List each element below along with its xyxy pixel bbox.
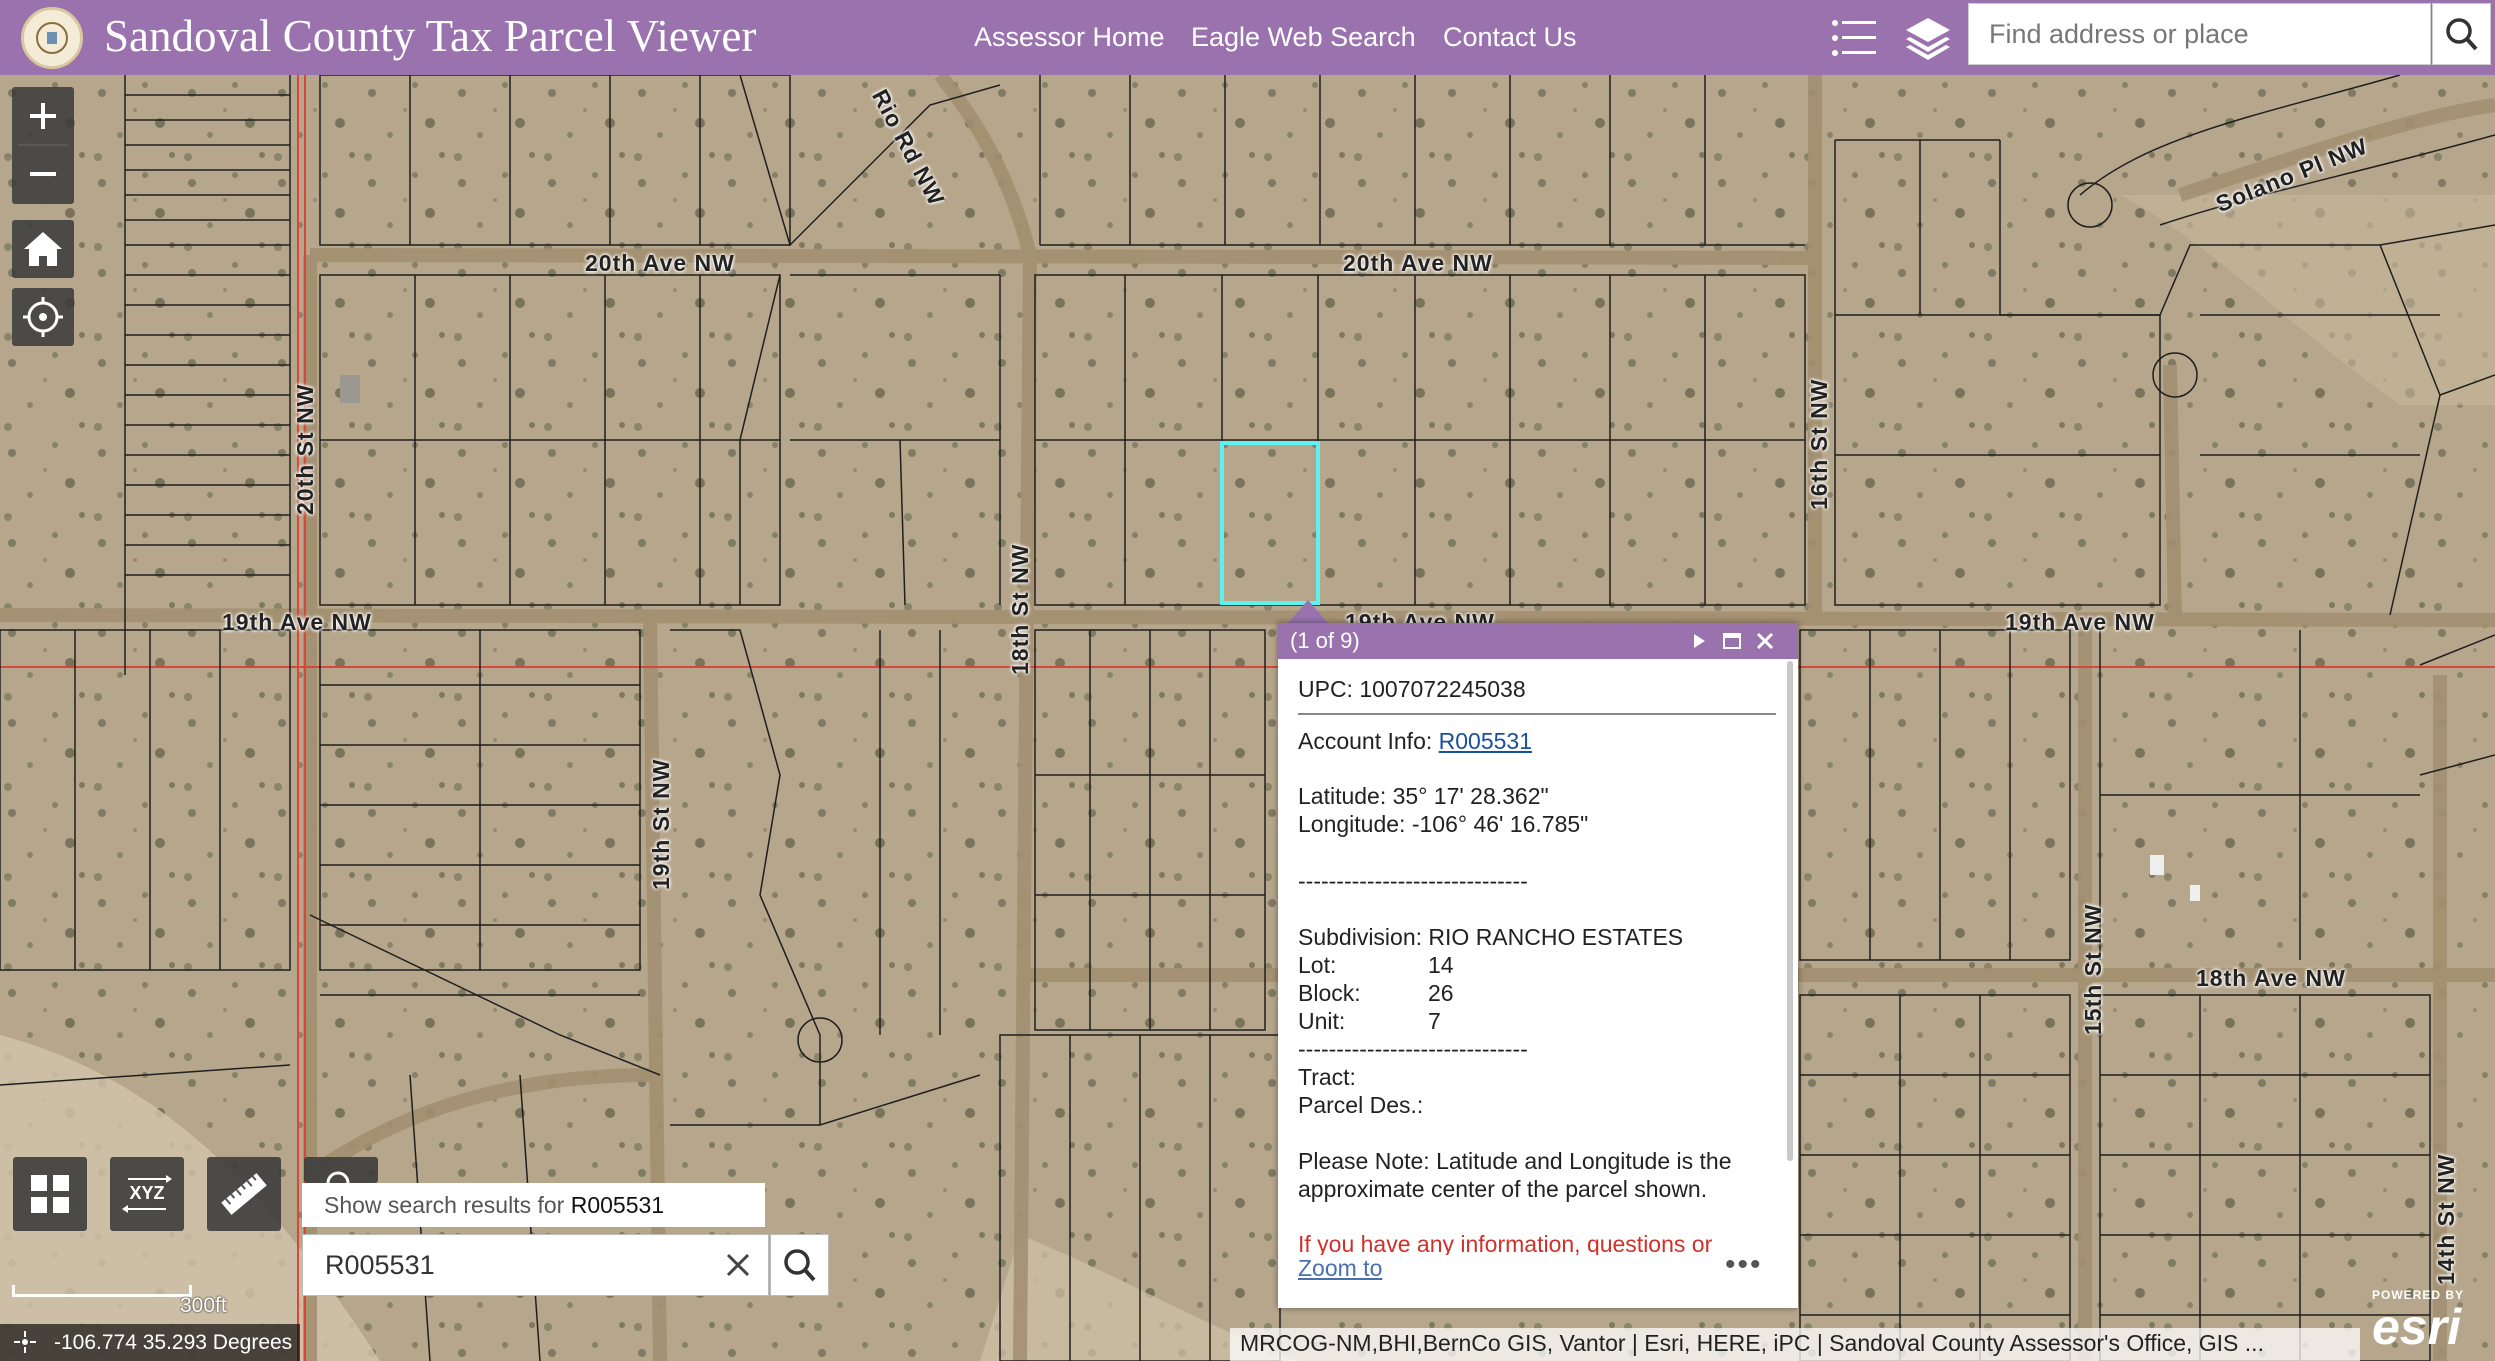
svg-text:XYZ: XYZ — [129, 1183, 164, 1203]
account-label: Account Info: — [1298, 728, 1433, 754]
road-label: 14th St NW — [2433, 1153, 2459, 1285]
parcel-search-field[interactable] — [302, 1234, 769, 1296]
close-icon[interactable] — [718, 1245, 758, 1285]
popup-lot: Lot: 14 — [1298, 952, 1454, 978]
home-icon — [24, 232, 62, 266]
geocoder-search-field[interactable] — [1968, 3, 2431, 65]
coordinate-readout[interactable]: -106.774 35.293 Degrees — [0, 1324, 301, 1361]
nav-eagle-web-search[interactable]: Eagle Web Search — [1191, 22, 1416, 53]
nav-contact-us[interactable]: Contact Us — [1443, 22, 1577, 53]
road-label: 19th Ave NW — [222, 609, 372, 635]
zoom-to-link[interactable]: Zoom to — [1298, 1255, 1382, 1282]
ruler-icon — [221, 1173, 267, 1215]
road-label: 18th St NW — [1007, 543, 1033, 675]
map-attribution[interactable]: MRCOG-NM,BHI,BernCo GIS, Vantor | Esri, … — [1230, 1328, 2360, 1361]
popup-feature-count: (1 of 9) — [1290, 628, 1360, 653]
popup-dashes: ------------------------------ — [1298, 868, 1528, 894]
xyz-icon: XYZ — [122, 1175, 172, 1213]
popup-dashes: ------------------------------ — [1298, 1036, 1528, 1062]
parcel-search-button[interactable] — [770, 1234, 829, 1296]
parcel-popup: (1 of 9) UPC: 1007072245038 Account Info… — [1278, 623, 1798, 1308]
search-icon — [326, 1171, 350, 1183]
crosshair-icon — [14, 1331, 36, 1353]
popup-scrollbar[interactable] — [1787, 661, 1793, 1161]
next-feature-icon[interactable] — [1688, 630, 1710, 652]
locate-icon — [23, 297, 63, 337]
esri-logo: POWERED BY esri — [2372, 1288, 2465, 1355]
xyz-coordinate-button[interactable]: XYZ — [110, 1157, 184, 1231]
scale-label: 300ft — [180, 1294, 227, 1317]
road-label: 16th St NW — [1806, 378, 1832, 510]
road-label: 19th Ave NW — [2005, 609, 2155, 635]
popup-subdivision: Subdivision: RIO RANCHO ESTATES — [1298, 924, 1684, 950]
nav-assessor-home[interactable]: Assessor Home — [974, 22, 1165, 53]
account-link[interactable]: R005531 — [1439, 728, 1532, 754]
search-results-hint-text: Show search results for — [324, 1192, 565, 1218]
popup-divider — [1298, 713, 1776, 715]
popup-header: (1 of 9) — [1278, 623, 1798, 659]
popup-content: UPC: 1007072245038 Account Info: R005531… — [1298, 659, 1778, 1255]
measure-button[interactable] — [207, 1157, 281, 1231]
road-label: 20th Ave NW — [585, 250, 735, 276]
search-icon — [2446, 18, 2478, 51]
parcel-search-input[interactable] — [303, 1235, 693, 1295]
popup-longitude: Longitude: -106° 46' 16.785" — [1298, 811, 1589, 837]
search-results-hint[interactable]: Show search results for R005531 — [302, 1183, 765, 1227]
popup-account-row: Account Info: R005531 — [1298, 727, 1532, 755]
popup-pointer — [1288, 600, 1328, 623]
grid-icon — [31, 1175, 69, 1213]
popup-parcel-des: Parcel Des.: — [1298, 1092, 1424, 1118]
popup-upc: UPC: 1007072245038 — [1298, 676, 1526, 702]
coordinate-text: -106.774 35.293 Degrees — [54, 1331, 293, 1354]
popup-tract: Tract: — [1298, 1064, 1356, 1090]
search-results-hint-value: R005531 — [570, 1192, 665, 1218]
road-label: 20th St NW — [292, 383, 318, 515]
minus-icon[interactable] — [12, 146, 74, 204]
county-seal-logo — [21, 7, 83, 69]
popup-unit: Unit: 7 — [1298, 1008, 1441, 1034]
popup-note: approximate center of the parcel shown. — [1298, 1176, 1708, 1202]
zoom-control — [12, 87, 74, 204]
geocoder-search-button[interactable] — [2432, 3, 2491, 65]
locate-button[interactable] — [12, 288, 74, 346]
popup-note: Please Note: Latitude and Longitude is t… — [1298, 1148, 1732, 1174]
list-icon[interactable] — [1828, 12, 1880, 64]
app-header: Sandoval County Tax Parcel Viewer Assess… — [0, 0, 2495, 75]
search-widget-toggle[interactable] — [304, 1157, 378, 1183]
close-icon[interactable] — [1754, 630, 1776, 652]
road-label: 15th St NW — [2080, 903, 2106, 1035]
maximize-icon[interactable] — [1721, 630, 1743, 652]
search-icon — [784, 1249, 816, 1282]
popup-latitude: Latitude: 35° 17' 28.362" — [1298, 783, 1549, 809]
road-label: 19th St NW — [648, 758, 674, 890]
road-label: 20th Ave NW — [1343, 250, 1493, 276]
app-title: Sandoval County Tax Parcel Viewer — [104, 11, 757, 61]
layers-icon[interactable] — [1902, 12, 1954, 64]
popup-info-text: If you have any information, questions o… — [1298, 1231, 1713, 1255]
plus-icon[interactable] — [12, 87, 74, 145]
scale-bar: 300ft — [12, 1285, 227, 1317]
geocoder-search-input[interactable] — [1969, 4, 2430, 64]
basemap-gallery-button[interactable] — [13, 1157, 87, 1231]
more-actions-button[interactable]: ••• — [1725, 1250, 1763, 1280]
popup-footer: Zoom to ••• — [1278, 1250, 1798, 1308]
popup-block: Block: 26 — [1298, 980, 1454, 1006]
home-button[interactable] — [12, 220, 74, 278]
road-label: 18th Ave NW — [2196, 965, 2346, 991]
